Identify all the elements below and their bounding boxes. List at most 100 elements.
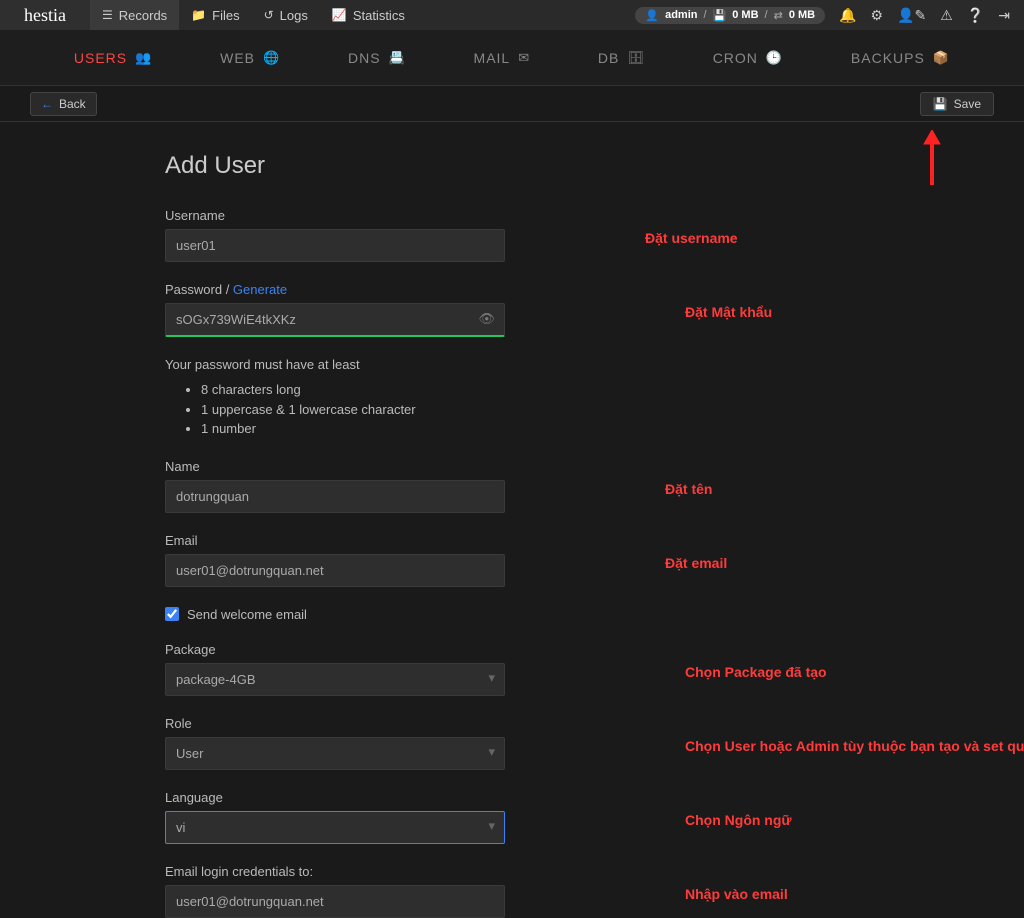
annot-package: Chọn Package đã tạo [685,664,827,680]
username-input[interactable] [165,229,505,262]
annot-username: Đặt username [645,230,738,246]
content: Add User Username Đặt username Password … [0,122,1024,918]
actionbar: ← Back 💾 Save [0,86,1024,122]
group-email: Email Đặt email [165,533,1024,587]
disk-icon: 💾 [713,9,727,22]
email-input[interactable] [165,554,505,587]
menu-logs[interactable]: ↺ Logs [252,0,320,30]
pw-rules-heading: Your password must have at least [165,357,1024,372]
annot-name: Đặt tên [665,481,712,497]
password-input[interactable] [165,303,505,337]
group-language: Language vi Chọn Ngôn ngữ [165,790,1024,844]
username-label: Username [165,208,1024,223]
bell-icon[interactable]: 🔔 [839,7,856,24]
group-package: Package package-4GB Chọn Package đã tạo [165,642,1024,696]
tab-mail-label: MAIL [474,50,511,66]
topbar: hestia ☰ Records 📁 Files ↺ Logs 📈 Statis… [0,0,1024,30]
tab-dns[interactable]: DNS 📇 [348,50,406,66]
email-label: Email [165,533,1024,548]
save-label: Save [954,97,981,111]
user-status-pill[interactable]: 👤 admin / 💾 0 MB / ⇄ 0 MB [635,7,825,24]
group-username: Username Đặt username [165,208,1024,262]
menu-records-label: Records [119,8,167,23]
clock-icon: 🕒 [766,50,783,66]
welcome-email-row: Send welcome email [165,607,1024,622]
name-label: Name [165,459,1024,474]
back-label: Back [59,97,86,111]
tab-dns-label: DNS [348,50,381,66]
menu-files-label: Files [212,8,239,23]
language-label: Language [165,790,1024,805]
menu-statistics-label: Statistics [353,8,405,23]
menu-statistics[interactable]: 📈 Statistics [320,0,417,30]
tab-mail[interactable]: MAIL ✉ [474,50,531,66]
database-icon: 🗄 [627,50,645,66]
annot-credentials: Nhập vào email [685,886,788,902]
tab-db-label: DB [598,50,619,66]
annot-role: Chọn User hoặc Admin tùy thuộc bạn tạo v… [685,738,1024,754]
history-icon: ↺ [264,8,274,22]
credentials-input[interactable] [165,885,505,918]
pw-rule-2: 1 uppercase & 1 lowercase character [201,400,1024,420]
arrow-annotation [920,130,944,193]
menu-records[interactable]: ☰ Records [90,0,179,30]
dns-icon: 📇 [389,50,406,66]
user-icon: 👤 [645,9,659,22]
tab-backups-label: BACKUPS [851,50,925,66]
archive-icon: 📦 [933,50,950,66]
eye-off-icon[interactable]: 👁 [478,311,495,327]
back-button[interactable]: ← Back [30,92,97,116]
transfer-icon: ⇄ [774,9,783,22]
password-rules: Your password must have at least 8 chara… [165,357,1024,439]
role-select[interactable]: User [165,737,505,770]
tab-db[interactable]: DB 🗄 [598,50,645,66]
name-input[interactable] [165,480,505,513]
nav-tabs: USERS 👥 WEB 🌐 DNS 📇 MAIL ✉ DB 🗄 CRON 🕒 B… [0,30,1024,86]
group-credentials: Email login credentials to: Nhập vào ema… [165,864,1024,918]
warning-icon[interactable]: ⚠ [940,7,953,24]
welcome-label[interactable]: Send welcome email [187,607,307,622]
top-menu: ☰ Records 📁 Files ↺ Logs 📈 Statistics [90,0,417,30]
help-icon[interactable]: ❔ [967,7,984,24]
menu-files[interactable]: 📁 Files [179,0,251,30]
gear-icon[interactable]: ⚙ [871,7,884,24]
user-disk: 0 MB [732,9,758,21]
group-password: Password / Generate 👁 Đặt Mật khẩu [165,282,1024,337]
credentials-label: Email login credentials to: [165,864,1024,879]
save-button[interactable]: 💾 Save [920,92,994,116]
user-name: admin [665,9,697,21]
page-title: Add User [165,152,1024,180]
globe-icon: 🌐 [263,50,280,66]
list-icon: ☰ [102,8,113,22]
group-name: Name Đặt tên [165,459,1024,513]
tab-users-label: USERS [74,50,127,66]
annot-email: Đặt email [665,555,727,571]
annot-password: Đặt Mật khẩu [685,304,772,320]
tab-users[interactable]: USERS 👥 [74,50,152,66]
tab-cron[interactable]: CRON 🕒 [713,50,783,66]
role-label: Role [165,716,1024,731]
menu-logs-label: Logs [280,8,308,23]
password-label: Password / Generate [165,282,1024,297]
generate-link[interactable]: Generate [233,282,287,297]
group-role: Role User Chọn User hoặc Admin tùy thuộc… [165,716,1024,770]
save-icon: 💾 [933,97,948,111]
user-bw: 0 MB [789,9,815,21]
arrow-left-icon: ← [41,97,53,111]
tab-backups[interactable]: BACKUPS 📦 [851,50,950,66]
annot-language: Chọn Ngôn ngữ [685,812,792,828]
pw-rule-3: 1 number [201,419,1024,439]
package-select[interactable]: package-4GB [165,663,505,696]
tab-web[interactable]: WEB 🌐 [220,50,280,66]
tab-web-label: WEB [220,50,255,66]
tab-cron-label: CRON [713,50,758,66]
pw-rule-1: 8 characters long [201,380,1024,400]
mail-icon: ✉ [518,50,530,66]
logout-icon[interactable]: ⇥ [998,7,1010,24]
language-select[interactable]: vi [165,811,505,844]
welcome-checkbox[interactable] [165,607,179,621]
users-icon: 👥 [135,50,152,66]
user-edit-icon[interactable]: 👤✎ [897,7,926,24]
folder-icon: 📁 [191,8,206,22]
logo[interactable]: hestia [0,0,90,30]
